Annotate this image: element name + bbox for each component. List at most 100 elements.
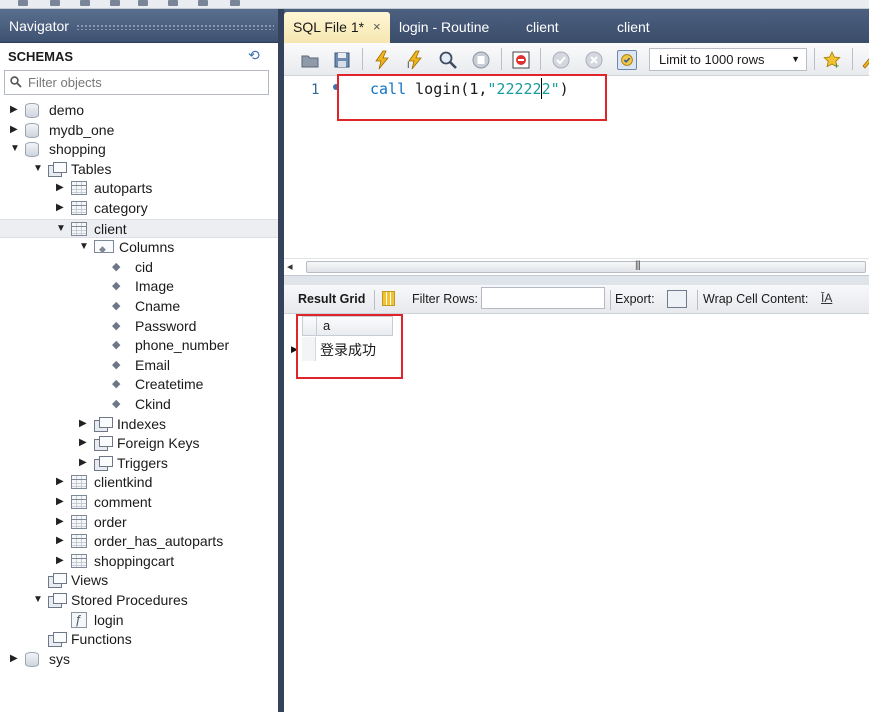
panel-grip[interactable] bbox=[76, 24, 274, 30]
tree-item[interactable]: ▶ category bbox=[0, 199, 278, 218]
result-splitter[interactable] bbox=[284, 275, 869, 285]
tree-item[interactable]: ◆ Image bbox=[0, 277, 278, 296]
expand-arrow-icon[interactable]: ▶ bbox=[10, 125, 20, 135]
tree-item[interactable]: ▶ Indexes bbox=[0, 415, 278, 434]
tree-item-label: phone_number bbox=[135, 337, 230, 353]
add-snippet-icon[interactable]: + bbox=[822, 50, 842, 70]
tree-item-label: Image bbox=[135, 278, 174, 294]
tree-item[interactable]: ◆ cid bbox=[0, 258, 278, 277]
filter-rows-input[interactable] bbox=[481, 287, 605, 309]
tree-item[interactable]: ▶ demo bbox=[0, 101, 278, 120]
expand-arrow-icon[interactable]: ▶ bbox=[79, 458, 89, 468]
database-icon bbox=[25, 652, 39, 667]
tree-item[interactable]: Functions bbox=[0, 630, 278, 649]
horizontal-scrollbar[interactable]: ◂ ||| bbox=[284, 258, 869, 275]
tree-item[interactable]: ▶ comment bbox=[0, 493, 278, 512]
tree-item[interactable]: ▶ Foreign Keys bbox=[0, 434, 278, 453]
expand-arrow-icon[interactable]: ▶ bbox=[79, 438, 89, 448]
export-icon[interactable] bbox=[667, 290, 687, 308]
expand-arrow-icon[interactable]: ▶ bbox=[56, 183, 66, 193]
table-icon bbox=[71, 475, 87, 489]
tab-client[interactable]: client bbox=[617, 12, 650, 43]
collapse-arrow-icon[interactable]: ▼ bbox=[56, 224, 66, 234]
foreign-keys-group-icon bbox=[94, 436, 113, 451]
toolbar-icon[interactable] bbox=[18, 0, 28, 6]
tree-item[interactable]: ◆ Cname bbox=[0, 297, 278, 316]
execute-current-icon[interactable]: I bbox=[405, 50, 425, 70]
tree-item[interactable]: ▶ order_has_autoparts bbox=[0, 532, 278, 551]
toolbar-icon[interactable] bbox=[110, 0, 120, 6]
tree-item-label: demo bbox=[49, 102, 85, 118]
collapse-arrow-icon[interactable]: ▼ bbox=[33, 164, 43, 174]
execute-icon[interactable] bbox=[372, 50, 392, 70]
scroll-left-icon[interactable]: ◂ bbox=[287, 260, 293, 273]
open-folder-icon[interactable] bbox=[300, 50, 320, 70]
limit-rows-select[interactable]: Limit to 1000 rows ▼ bbox=[649, 48, 807, 71]
tree-item[interactable]: ◆ Ckind bbox=[0, 395, 278, 414]
collapse-arrow-icon[interactable]: ▼ bbox=[10, 144, 20, 154]
toolbar-icon[interactable] bbox=[50, 0, 60, 6]
tree-item[interactable]: ▶ sys bbox=[0, 650, 278, 669]
tree-item-label: Functions bbox=[71, 631, 132, 647]
tab-client[interactable]: client bbox=[526, 12, 559, 43]
tree-item-label: Views bbox=[71, 572, 109, 588]
tab-sql-file-1[interactable]: SQL File 1* × bbox=[284, 12, 390, 43]
tree-item[interactable]: ▼ client bbox=[0, 219, 278, 238]
expand-arrow-icon[interactable]: ▶ bbox=[56, 497, 66, 507]
close-icon[interactable]: × bbox=[373, 12, 381, 42]
refresh-icon[interactable]: ⟲ bbox=[248, 48, 262, 62]
filter-objects-box[interactable] bbox=[4, 70, 269, 95]
rollback-icon[interactable] bbox=[584, 50, 604, 70]
toolbar-icon[interactable] bbox=[80, 0, 90, 6]
tree-item[interactable]: ▼ shopping bbox=[0, 140, 278, 159]
autocommit-icon[interactable] bbox=[617, 50, 637, 70]
filter-objects-input[interactable] bbox=[28, 73, 264, 92]
expand-arrow-icon[interactable]: ▶ bbox=[10, 654, 20, 664]
expand-arrow-icon[interactable]: ▶ bbox=[56, 556, 66, 566]
expand-arrow-icon[interactable]: ▶ bbox=[79, 419, 89, 429]
tree-item[interactable]: ◆ Email bbox=[0, 356, 278, 375]
result-grid-label[interactable]: Result Grid bbox=[298, 292, 365, 306]
tree-item[interactable]: ◆ Createtime bbox=[0, 375, 278, 394]
tree-item-label: Tables bbox=[71, 161, 112, 177]
collapse-arrow-icon[interactable]: ▼ bbox=[33, 595, 43, 605]
tree-item[interactable]: ◆ Password bbox=[0, 317, 278, 336]
save-icon[interactable] bbox=[332, 50, 352, 70]
tree-item-label: Foreign Keys bbox=[117, 435, 200, 451]
grip-icon: ||| bbox=[635, 260, 641, 271]
tree-item[interactable]: ▶ mydb_one bbox=[0, 121, 278, 140]
stop-icon[interactable] bbox=[471, 50, 491, 70]
tree-item[interactable]: ▶ autoparts bbox=[0, 179, 278, 198]
scrollbar-thumb[interactable]: ||| bbox=[306, 260, 866, 273]
grid-view-icon[interactable] bbox=[382, 291, 395, 306]
expand-arrow-icon[interactable]: ▶ bbox=[56, 477, 66, 487]
toolbar-icon[interactable] bbox=[138, 0, 148, 6]
tree-item[interactable]: ▶ shoppingcart bbox=[0, 552, 278, 571]
expand-arrow-icon[interactable]: ▶ bbox=[56, 203, 66, 213]
error-toggle-icon[interactable] bbox=[511, 50, 531, 70]
annotation-box-editor bbox=[337, 74, 607, 121]
tab-login-routine[interactable]: login - Routine bbox=[399, 12, 489, 43]
expand-arrow-icon[interactable]: ▶ bbox=[10, 105, 20, 115]
tree-item[interactable]: ◆ phone_number bbox=[0, 336, 278, 355]
expand-arrow-icon[interactable]: ▶ bbox=[56, 517, 66, 527]
commit-icon[interactable] bbox=[551, 50, 571, 70]
toolbar-icon[interactable] bbox=[198, 0, 208, 6]
toolbar-icon[interactable] bbox=[168, 0, 178, 6]
tree-item[interactable]: login bbox=[0, 610, 278, 630]
tree-item[interactable]: ▼ Stored Procedures bbox=[0, 591, 278, 610]
tree-item[interactable]: ▼ Columns bbox=[0, 238, 278, 259]
toolbar-icon[interactable] bbox=[230, 0, 240, 6]
tree-item[interactable]: Views bbox=[0, 571, 278, 590]
tree-item[interactable]: ▶ Triggers bbox=[0, 454, 278, 473]
tree-item[interactable]: ▼ Tables bbox=[0, 160, 278, 179]
beautify-icon[interactable] bbox=[859, 50, 869, 70]
expand-arrow-icon[interactable]: ▶ bbox=[56, 536, 66, 546]
tree-item-label: order bbox=[94, 514, 127, 530]
triggers-group-icon bbox=[94, 456, 113, 471]
tree-item[interactable]: ▶ order bbox=[0, 513, 278, 532]
collapse-arrow-icon[interactable]: ▼ bbox=[79, 242, 89, 252]
explain-icon[interactable] bbox=[438, 50, 458, 70]
wrap-cell-icon[interactable]: ĪA bbox=[821, 291, 832, 305]
tree-item[interactable]: ▶ clientkind bbox=[0, 473, 278, 492]
